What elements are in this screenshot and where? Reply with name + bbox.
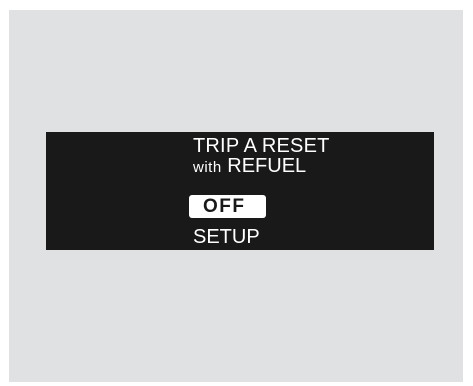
subtitle-prefix: with (193, 159, 222, 176)
subtitle-main: REFUEL (227, 155, 307, 177)
setting-title: TRIP A RESET (193, 135, 330, 157)
setup-option[interactable]: SETUP (193, 227, 260, 247)
setting-subtitle: with REFUEL (193, 156, 306, 176)
page: TRIP A RESET with REFUEL OFF SETUP (0, 0, 473, 386)
option-off-selected[interactable]: OFF (189, 195, 266, 218)
